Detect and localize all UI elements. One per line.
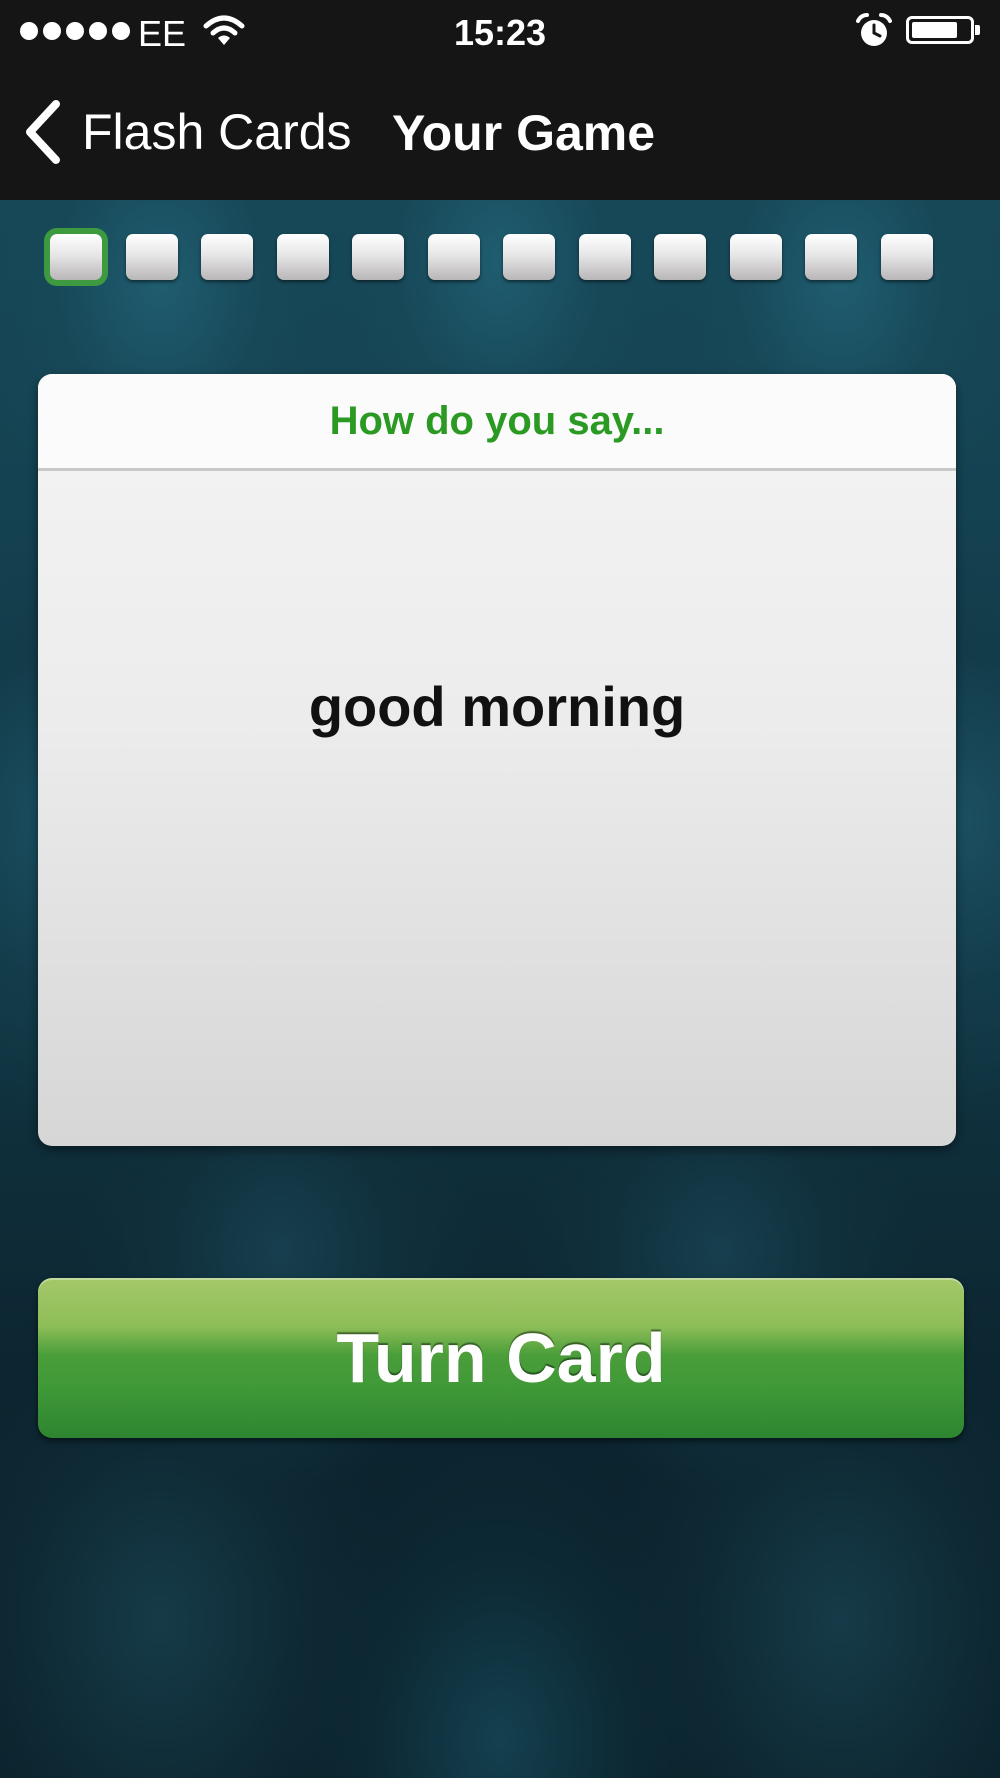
progress-square: [428, 234, 480, 280]
progress-square: [881, 234, 933, 280]
status-bar: EE 15:23: [0, 0, 1000, 64]
turn-card-button[interactable]: Turn Card: [38, 1278, 964, 1438]
flash-card: How do you say... good morning: [38, 374, 956, 1146]
page-title: Your Game: [392, 105, 656, 161]
game-area: How do you say... good morning Turn Card: [0, 200, 1000, 1778]
progress-square: [579, 234, 631, 280]
progress-square-current: [50, 234, 102, 280]
card-word: good morning: [308, 675, 686, 738]
battery-icon: [906, 16, 980, 44]
progress-square: [805, 234, 857, 280]
status-time: 15:23: [453, 12, 547, 53]
card-prompt: How do you say...: [38, 374, 956, 471]
progress-square: [730, 234, 782, 280]
progress-square: [201, 234, 253, 280]
navigation-bar: Flash Cards Your Game: [0, 64, 1000, 200]
alarm-clock-icon: [856, 13, 892, 46]
back-button[interactable]: Flash Cards: [22, 94, 352, 170]
progress-square: [126, 234, 178, 280]
progress-square: [654, 234, 706, 280]
progress-square: [352, 234, 404, 280]
chevron-left-icon: [26, 100, 60, 164]
progress-square: [503, 234, 555, 280]
progress-square: [277, 234, 329, 280]
back-button-label: Flash Cards: [82, 104, 352, 160]
